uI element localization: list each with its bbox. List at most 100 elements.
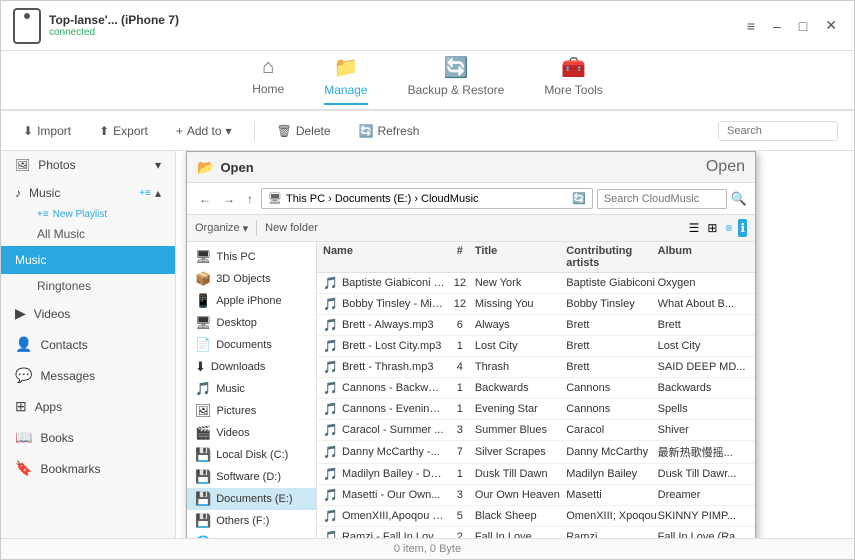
- menu-icon[interactable]: ≡: [742, 16, 760, 36]
- view-grid-icon[interactable]: ⊞: [705, 219, 719, 237]
- dialog-title-bar: 📂 Open Open: [187, 152, 755, 183]
- new-playlist-icon[interactable]: +≡: [139, 188, 151, 199]
- file-num: 5: [445, 510, 475, 522]
- tree-item[interactable]: 💾Local Disk (C:): [187, 444, 316, 466]
- tree-icon: 🎬: [195, 425, 211, 441]
- view-list-icon[interactable]: ☰: [687, 219, 702, 237]
- file-name: Baptiste Giabiconi -...: [342, 277, 445, 289]
- refresh-button[interactable]: 🔄 Refresh: [353, 121, 426, 141]
- tab-tools[interactable]: 🧰 More Tools: [544, 55, 602, 105]
- close-button[interactable]: ✕: [820, 15, 842, 36]
- tree-item[interactable]: 💾Software (D:): [187, 466, 316, 488]
- sidebar-item-messages[interactable]: 💬 Messages: [1, 360, 175, 391]
- export-button[interactable]: ⬆ Export: [93, 121, 154, 141]
- tree-item[interactable]: 📱Apple iPhone: [187, 290, 316, 312]
- tree-item[interactable]: ⬇Downloads: [187, 356, 316, 378]
- minimize-button[interactable]: –: [768, 16, 786, 36]
- file-list: Name # Title Contributing artists Album …: [317, 242, 755, 538]
- file-album: What About B...: [658, 298, 749, 310]
- tree-item-label: Music: [216, 383, 245, 395]
- table-row[interactable]: 🎵 Cannons - Backwar... 1 Backwards Canno…: [317, 378, 755, 399]
- address-path[interactable]: 🖥 This PC › Documents (E:) › CloudMusic …: [261, 188, 593, 209]
- nav-tabs: ⌂ Home 📁 Manage 🔄 Backup & Restore 🧰 Mor…: [1, 51, 854, 111]
- forward-button[interactable]: →: [219, 191, 239, 207]
- sidebar-item-contacts[interactable]: 👤 Contacts: [1, 329, 175, 360]
- file-title: Missing You: [475, 298, 566, 310]
- sidebar-item-ringtones[interactable]: Ringtones: [1, 274, 175, 298]
- tree-icon: 💾: [195, 447, 211, 463]
- tab-manage-label: Manage: [324, 83, 367, 97]
- music-file-icon: 🎵: [323, 445, 338, 459]
- table-row[interactable]: 🎵 Ramzi - Fall In Love... 2 Fall In Love…: [317, 527, 755, 538]
- tab-home-label: Home: [252, 82, 284, 96]
- table-row[interactable]: 🎵 Baptiste Giabiconi -... 12 New York Ba…: [317, 273, 755, 294]
- dialog-title: 📂 Open: [197, 159, 254, 176]
- tree-item[interactable]: 💾Others (F:): [187, 510, 316, 532]
- table-row[interactable]: 🎵 OmenXIII,Apoqou -... 5 Black Sheep Ome…: [317, 506, 755, 527]
- status-bar: 0 item, 0 Byte: [1, 538, 854, 559]
- table-row[interactable]: 🎵 Brett - Thrash.mp3 4 Thrash Brett SAID…: [317, 357, 755, 378]
- file-num: 12: [445, 298, 475, 310]
- sidebar-item-photos[interactable]: 🖼 Photos ▾: [1, 151, 175, 179]
- tab-manage[interactable]: 📁 Manage: [324, 55, 367, 105]
- file-title: Backwards: [475, 382, 566, 394]
- search-input[interactable]: [718, 121, 838, 141]
- file-name: Bobby Tinsley - Mis...: [342, 298, 445, 310]
- sidebar-item-videos[interactable]: ▶ Videos: [1, 298, 175, 329]
- table-row[interactable]: 🎵 Brett - Lost City.mp3 1 Lost City Bret…: [317, 336, 755, 357]
- maximize-button[interactable]: □: [794, 16, 812, 36]
- col-name-header: Name: [323, 245, 445, 269]
- tree-item[interactable]: 🖼Pictures: [187, 400, 316, 422]
- sidebar-item-bookmarks[interactable]: 🔖 Bookmarks: [1, 453, 175, 484]
- file-album: Shiver: [658, 424, 749, 436]
- sidebar-item-apps[interactable]: ⊞ Apps: [1, 391, 175, 422]
- tree-item[interactable]: 🎬Videos: [187, 422, 316, 444]
- table-row[interactable]: 🎵 Bobby Tinsley - Mis... 12 Missing You …: [317, 294, 755, 315]
- file-num: 1: [445, 340, 475, 352]
- tree-item[interactable]: 🖥This PC: [187, 246, 316, 268]
- file-album: Dusk Till Dawr...: [658, 468, 749, 480]
- tree-item[interactable]: 📄Documents: [187, 334, 316, 356]
- tree-item[interactable]: 💾Documents (E:): [187, 488, 316, 510]
- new-folder-button[interactable]: New folder: [265, 222, 318, 234]
- add-playlist-icon: +≡: [37, 209, 49, 220]
- sidebar-item-music[interactable]: ♪ Music +≡ ▴: [1, 179, 175, 207]
- table-row[interactable]: 🎵 Masetti - Our Own... 3 Our Own Heaven …: [317, 485, 755, 506]
- dialog-close-button[interactable]: Open: [706, 158, 745, 176]
- tab-home[interactable]: ⌂ Home: [252, 56, 284, 104]
- tree-item[interactable]: 📦3D Objects: [187, 268, 316, 290]
- contacts-icon: 👤: [15, 336, 32, 353]
- organize-button[interactable]: Organize ▾: [195, 222, 248, 235]
- sidebar-item-all-music[interactable]: All Music: [1, 222, 175, 246]
- delete-button[interactable]: 🗑 Delete: [271, 121, 337, 141]
- sidebar-item-books[interactable]: 📖 Books: [1, 422, 175, 453]
- music-file-icon: 🎵: [323, 360, 338, 374]
- table-row[interactable]: 🎵 Caracol - Summer ... 3 Summer Blues Ca…: [317, 420, 755, 441]
- file-browser: 🖥This PC📦3D Objects📱Apple iPhone🖥Desktop…: [187, 242, 755, 538]
- tree-item[interactable]: 🌐Network: [187, 532, 316, 538]
- back-button[interactable]: ←: [195, 191, 215, 207]
- file-name: Madilyn Bailey - Du...: [342, 468, 445, 480]
- tree-icon: 🖥: [195, 315, 212, 331]
- view-info-icon[interactable]: ℹ: [738, 219, 747, 237]
- tree-item[interactable]: 🎵Music: [187, 378, 316, 400]
- sidebar-item-music-active[interactable]: Music: [1, 246, 175, 274]
- file-album: Brett: [658, 319, 749, 331]
- table-row[interactable]: 🎵 Danny McCarthy -... 7 Silver Scrapes D…: [317, 441, 755, 464]
- tree-item[interactable]: 🖥Desktop: [187, 312, 316, 334]
- tab-backup[interactable]: 🔄 Backup & Restore: [408, 55, 505, 105]
- new-playlist-label[interactable]: +≡ New Playlist: [1, 207, 175, 222]
- search-cloud-input[interactable]: [597, 189, 727, 209]
- table-row[interactable]: 🎵 Brett - Always.mp3 6 Always Brett Bret…: [317, 315, 755, 336]
- content-area: 📂 Open Open ← → ↑ 🖥 This PC › Documents …: [176, 151, 854, 538]
- table-row[interactable]: 🎵 Cannons - Evening ... 1 Evening Star C…: [317, 399, 755, 420]
- music-file-icon: 🎵: [323, 318, 338, 332]
- import-button[interactable]: ⬇ Import: [17, 121, 77, 141]
- table-row[interactable]: 🎵 Madilyn Bailey - Du... 1 Dusk Till Daw…: [317, 464, 755, 485]
- view-details-icon[interactable]: ≡: [723, 219, 734, 237]
- device-name: Top-lanse'... (iPhone 7): [49, 13, 179, 27]
- search-icon[interactable]: 🔍: [731, 191, 747, 207]
- file-toolbar-sep: [256, 220, 257, 236]
- up-button[interactable]: ↑: [243, 191, 257, 207]
- add-to-button[interactable]: + Add to ▾: [170, 121, 238, 141]
